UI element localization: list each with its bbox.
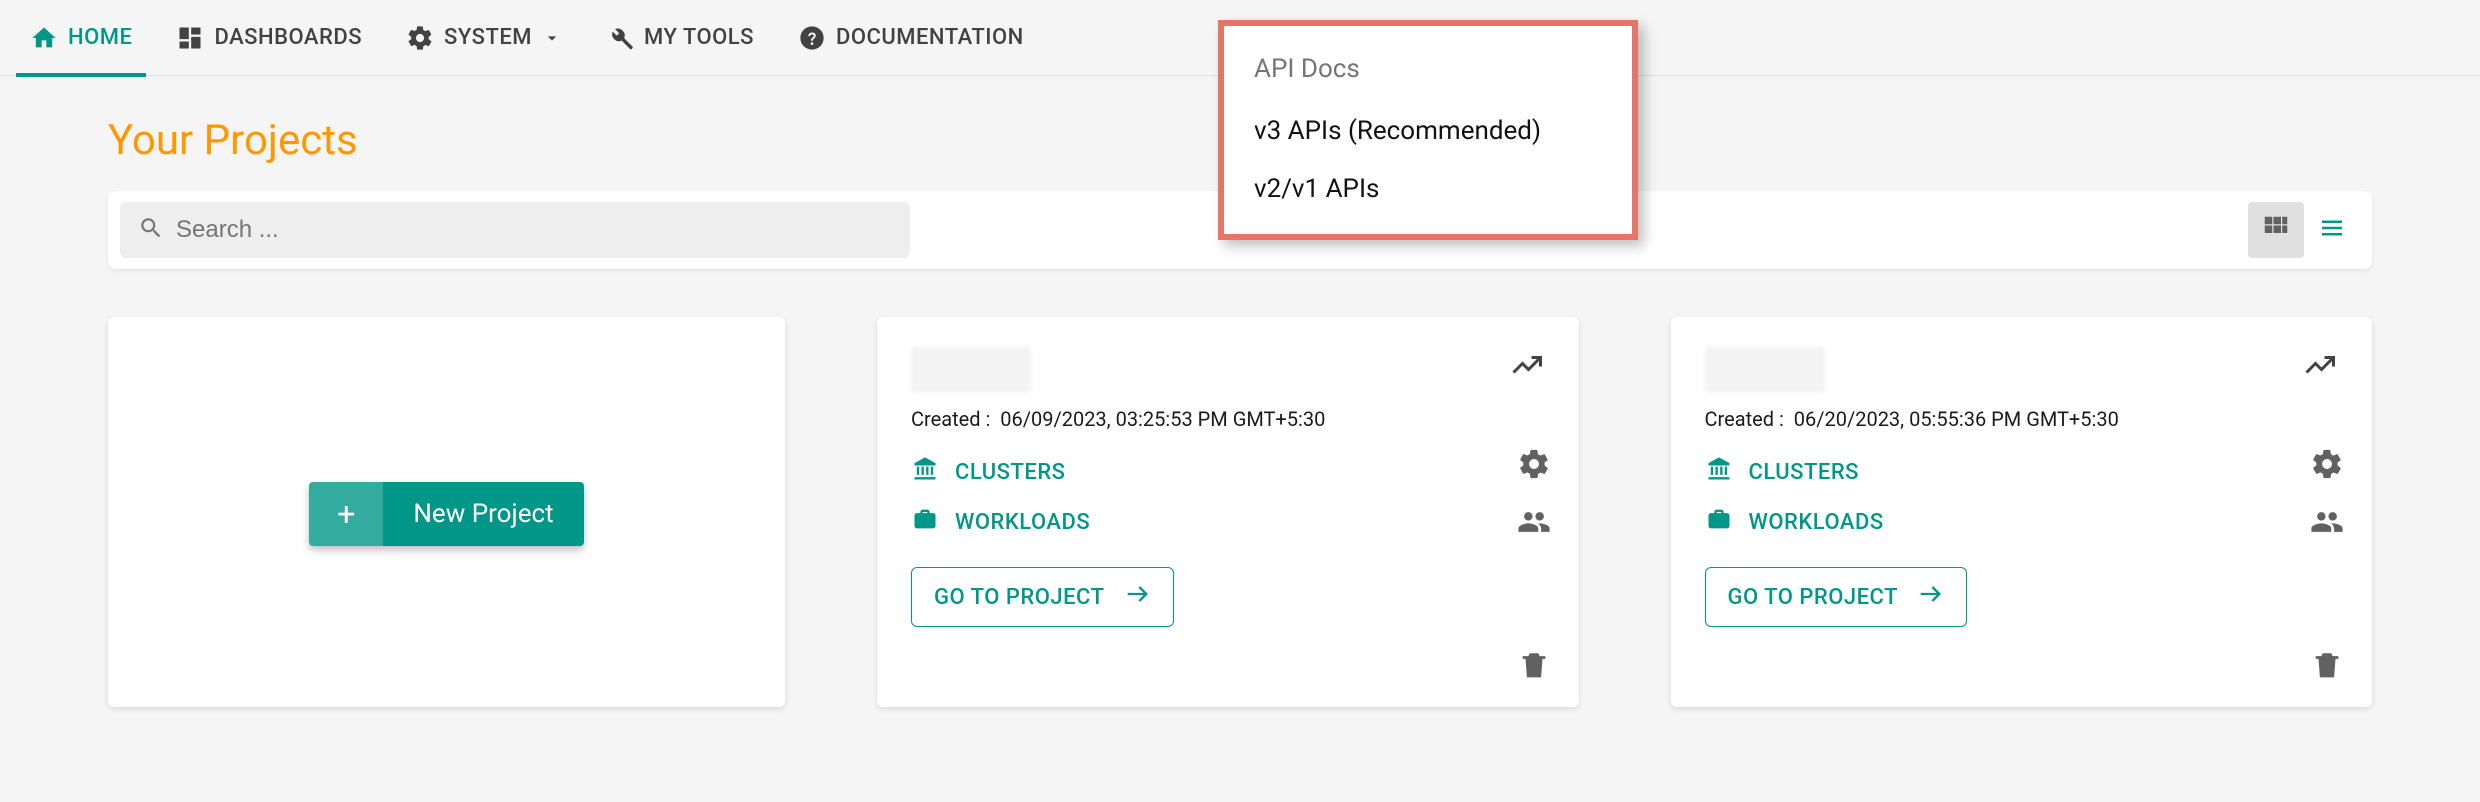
workloads-label: WORKLOADS (1749, 510, 1884, 535)
settings-icon[interactable] (1517, 447, 1551, 481)
nav-system[interactable]: SYSTEM (384, 0, 584, 76)
search-box (120, 202, 910, 258)
home-icon (30, 24, 58, 52)
nav-system-label: SYSTEM (444, 25, 532, 50)
delete-icon[interactable] (1517, 649, 1551, 683)
gear-icon (406, 24, 434, 52)
project-title (1705, 347, 1825, 393)
dropdown-item-v2v1[interactable]: v2/v1 APIs (1224, 160, 1632, 218)
wrench-icon (606, 24, 634, 52)
clusters-label: CLUSTERS (1749, 460, 1860, 485)
delete-icon[interactable] (2310, 649, 2344, 683)
dropdown-header: API Docs (1224, 50, 1632, 102)
goto-project-button[interactable]: GO TO PROJECT (1705, 567, 1968, 627)
nav-home[interactable]: HOME (8, 0, 154, 76)
clusters-icon (911, 455, 939, 489)
arrow-right-icon (1123, 580, 1151, 614)
goto-label: GO TO PROJECT (934, 585, 1105, 610)
nav-documentation-label: DOCUMENTATION (836, 25, 1024, 50)
goto-label: GO TO PROJECT (1728, 585, 1899, 610)
nav-mytools-label: MY TOOLS (644, 25, 754, 50)
search-icon (138, 215, 164, 245)
trend-icon[interactable] (2302, 347, 2338, 387)
dropdown-item-v3[interactable]: v3 APIs (Recommended) (1224, 102, 1632, 160)
new-project-label: New Project (383, 482, 583, 546)
trend-icon[interactable] (1509, 347, 1545, 387)
nav-mytools[interactable]: MY TOOLS (584, 0, 776, 76)
nav-documentation[interactable]: DOCUMENTATION (776, 0, 1046, 76)
clusters-link[interactable]: CLUSTERS (1705, 455, 1860, 489)
people-icon[interactable] (2310, 505, 2344, 539)
list-view-button[interactable] (2304, 202, 2360, 258)
new-project-card: + New Project (108, 317, 785, 707)
view-toggle (2248, 202, 2360, 258)
new-project-button[interactable]: + New Project (309, 482, 583, 546)
search-input[interactable] (176, 216, 892, 244)
goto-project-button[interactable]: GO TO PROJECT (911, 567, 1174, 627)
project-card: Created : 06/09/2023, 03:25:53 PM GMT+5:… (877, 317, 1579, 707)
clusters-label: CLUSTERS (955, 460, 1066, 485)
plus-icon: + (309, 482, 383, 546)
clusters-link[interactable]: CLUSTERS (911, 455, 1066, 489)
nav-dashboards-label: DASHBOARDS (214, 25, 362, 50)
chevron-down-icon (542, 28, 562, 48)
workloads-label: WORKLOADS (955, 510, 1090, 535)
nav-dashboards[interactable]: DASHBOARDS (154, 0, 384, 76)
list-icon (2317, 213, 2347, 247)
project-cards: + New Project Created : 06/09/2023, 03:2… (108, 317, 2372, 707)
arrow-right-icon (1916, 580, 1944, 614)
help-icon (798, 24, 826, 52)
clusters-icon (1705, 455, 1733, 489)
workloads-icon (1705, 505, 1733, 539)
project-title (911, 347, 1031, 393)
project-card: Created : 06/20/2023, 05:55:36 PM GMT+5:… (1671, 317, 2373, 707)
people-icon[interactable] (1517, 505, 1551, 539)
api-docs-dropdown: API Docs v3 APIs (Recommended) v2/v1 API… (1218, 20, 1638, 240)
nav-home-label: HOME (68, 25, 132, 50)
project-created: Created : 06/09/2023, 03:25:53 PM GMT+5:… (911, 407, 1545, 431)
settings-icon[interactable] (2310, 447, 2344, 481)
project-created: Created : 06/20/2023, 05:55:36 PM GMT+5:… (1705, 407, 2339, 431)
grid-view-button[interactable] (2248, 202, 2304, 258)
workloads-link[interactable]: WORKLOADS (1705, 505, 1884, 539)
workloads-link[interactable]: WORKLOADS (911, 505, 1090, 539)
workloads-icon (911, 505, 939, 539)
dashboard-icon (176, 24, 204, 52)
grid-icon (2261, 213, 2291, 247)
